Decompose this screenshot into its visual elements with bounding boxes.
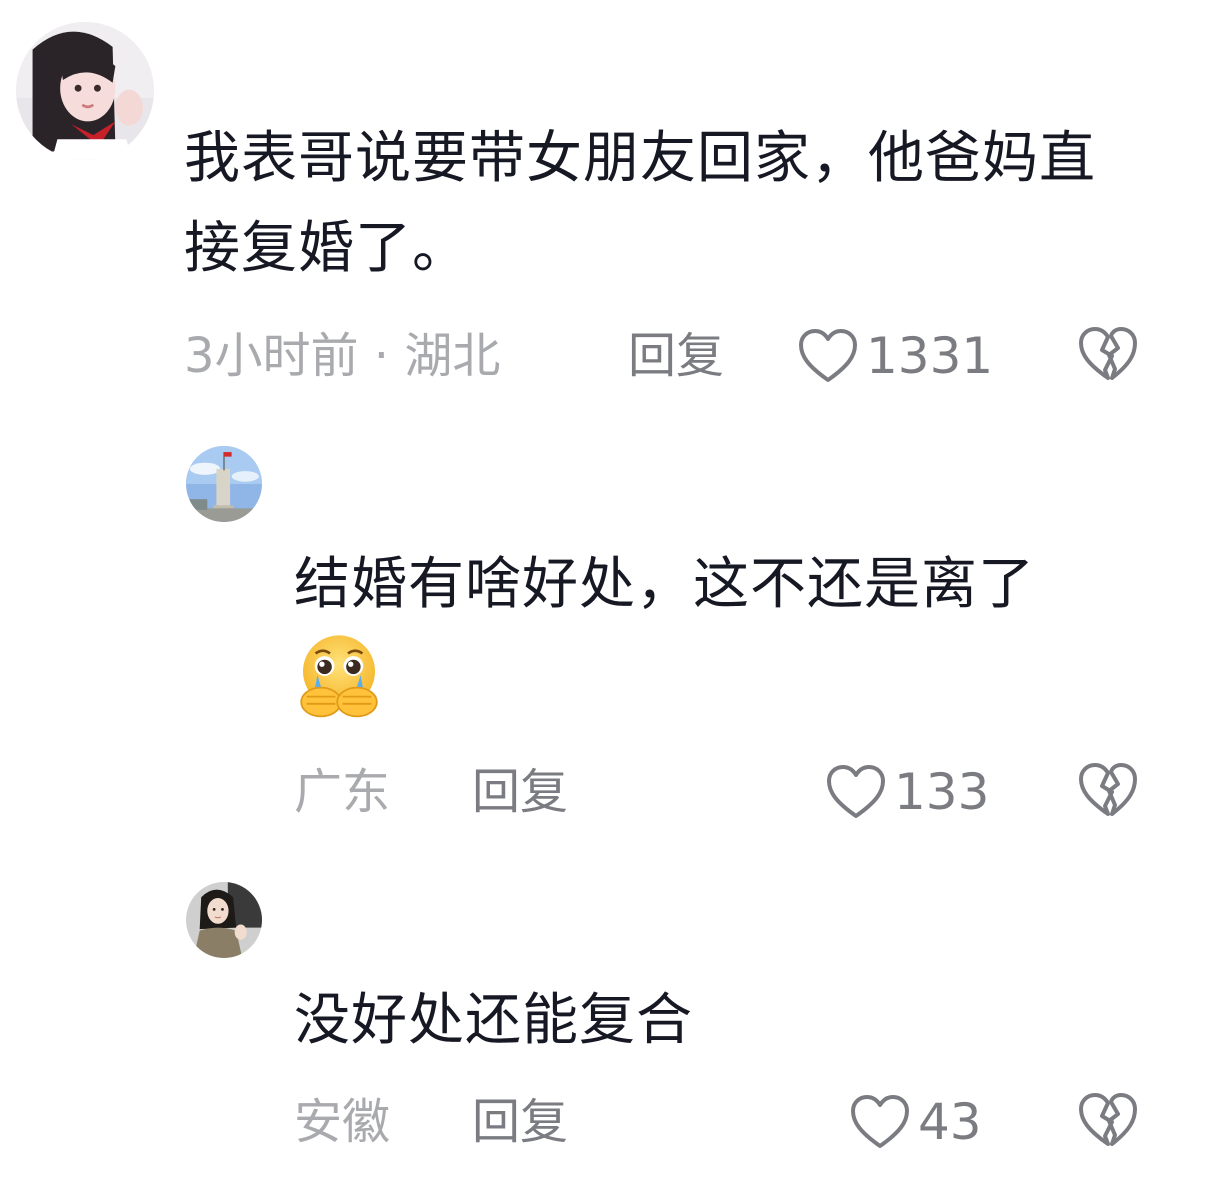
reply-button[interactable]: 回复 (628, 326, 724, 386)
reply-button[interactable]: 回复 (472, 1092, 568, 1152)
broken-heart-icon[interactable] (1078, 326, 1138, 382)
comment-location: 广东 (294, 764, 391, 820)
like-button[interactable]: 133 (826, 762, 989, 822)
like-button[interactable]: 1331 (798, 326, 993, 386)
heart-icon (799, 329, 857, 382)
like-count: 1331 (866, 327, 994, 385)
like-button[interactable]: 43 (850, 1092, 982, 1152)
heart-icon (851, 1095, 909, 1148)
broken-heart-icon[interactable] (1078, 762, 1138, 818)
avatar-girl-icon[interactable] (16, 22, 154, 160)
avatar-monument-icon[interactable] (186, 446, 262, 522)
crying-hands-emoji (300, 635, 378, 718)
comment-time-location: 3小时前 · 湖北 (184, 328, 501, 384)
comment-text-content: 结婚有啥好处，这不还是离了 (294, 552, 1035, 617)
like-count: 43 (918, 1093, 982, 1151)
comment-text: 结婚有啥好处，这不还是离了 (294, 540, 1154, 720)
reply-button[interactable]: 回复 (472, 762, 568, 822)
comment-text: 我表哥说要带女朋友回家，他爸妈直接复婚了。 (184, 126, 1096, 281)
comment-location: 安徽 (294, 1094, 391, 1150)
heart-icon (827, 765, 885, 818)
like-count: 133 (894, 763, 990, 821)
avatar-woman-icon[interactable] (186, 882, 262, 958)
comment-text: 没好处还能复合 (294, 988, 693, 1053)
broken-heart-icon[interactable] (1078, 1092, 1138, 1148)
